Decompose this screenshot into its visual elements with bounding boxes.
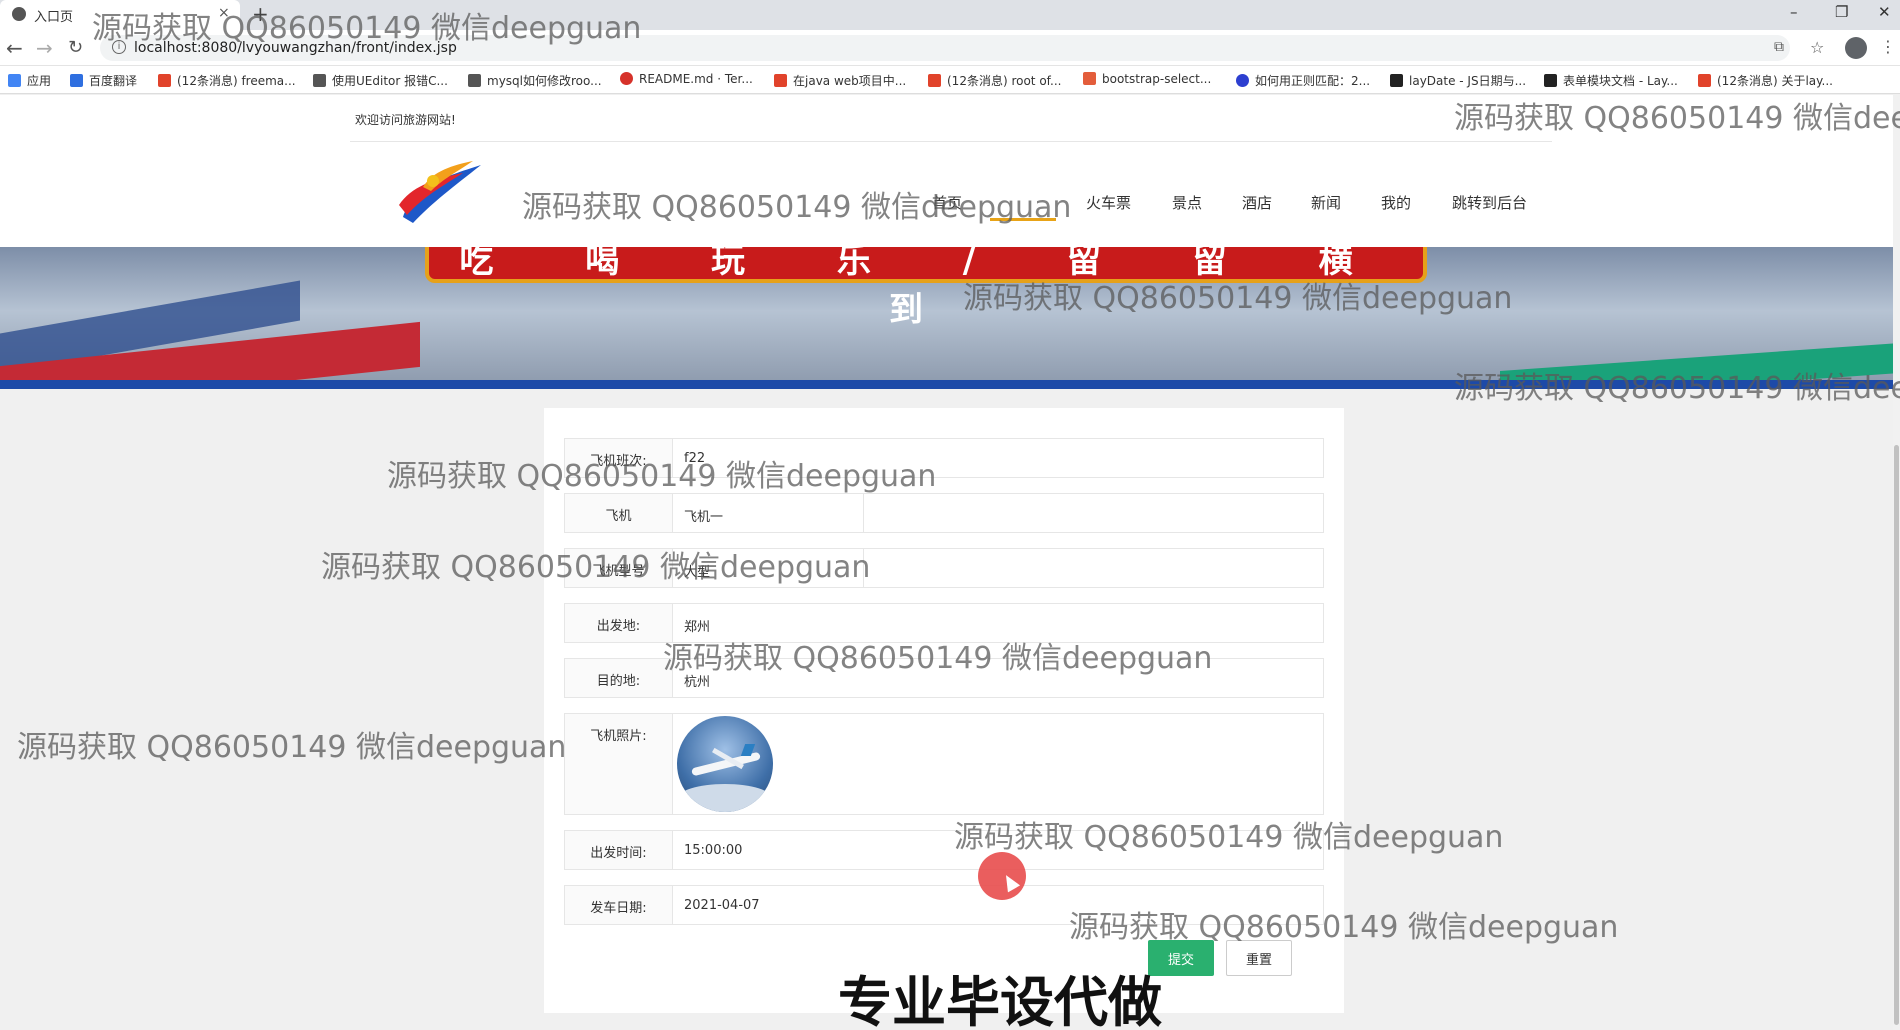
departure-date-label: 发车日期: [565,886,673,924]
bookmark-item[interactable]: 在java web项目中... [774,72,906,89]
bookmark-item[interactable]: (12条消息) freema... [158,72,296,89]
nav-hotels[interactable]: 酒店 [1242,192,1272,213]
gitee-icon [620,72,633,85]
form-row-plane-photo: 飞机照片: [564,713,1324,815]
form-row-plane: 飞机 飞机一 [564,493,1324,533]
watermark: 源码获取 QQ86050149 微信deepguan [954,820,1504,855]
plane-select[interactable]: 飞机一 [674,494,864,532]
bookmark-item[interactable]: bootstrap-select... [1083,72,1211,86]
translate-icon[interactable]: ⧉ [1774,39,1784,55]
csdn-icon [1698,74,1711,87]
apps-grid-icon [8,74,21,87]
nav-train-tickets[interactable]: 火车票 [1086,192,1131,213]
page-scrollbar[interactable] [1893,95,1900,1030]
site-icon [1083,72,1096,85]
site-logo[interactable] [393,157,485,229]
header-divider [350,141,1552,142]
plane-photo-wrap [674,714,1323,814]
bookmark-item[interactable]: 百度翻译 [70,72,137,89]
close-window-button[interactable]: ✕ [1878,3,1891,21]
watermark: 源码获取 QQ86050149 微信dee [1454,371,1900,406]
back-arrow-icon[interactable]: ← [6,36,23,60]
plane-label: 飞机 [565,494,673,532]
watermark: 源码获取 QQ86050149 微信deepguan [387,459,937,494]
bookmark-item[interactable]: (12条消息) 关于lay... [1698,72,1833,89]
baidu-paw-icon [1236,74,1249,87]
bookmark-item[interactable]: layDate - JS日期与... [1390,72,1526,89]
watermark: 源码获取 QQ86050149 微信deepguan [17,730,567,765]
watermark: 源码获取 QQ86050149 微信dee [1454,101,1900,136]
departure-label: 出发地: [565,604,673,642]
bookmark-item[interactable]: 如何用正则匹配：2... [1236,72,1370,89]
watermark: 源码获取 QQ86050149 微信deepguan [1069,910,1619,945]
bookmark-item[interactable]: README.md · Ter... [620,72,753,86]
profile-avatar-icon[interactable] [1845,37,1867,59]
welcome-text: 欢迎访问旅游网站! [355,113,456,127]
nav-admin[interactable]: 跳转到后台 [1452,192,1527,213]
watermark-big: 专业毕设代做 [838,971,1162,1030]
reload-icon[interactable]: ↻ [68,37,83,58]
layui-icon [1390,74,1403,87]
site-icon [313,74,326,87]
photo-cloud [677,784,773,812]
csdn-icon [774,74,787,87]
departure-time-label: 出发时间: [565,831,673,869]
watermark: 源码获取 QQ86050149 微信deepguan [663,641,1213,676]
plane-photo-label: 飞机照片: [565,714,673,814]
bookmarks-bar: 应用 百度翻译 (12条消息) freema... 使用UEditor 报错C.… [0,66,1900,94]
destination-label: 目的地: [565,659,673,697]
globe-icon [12,7,26,21]
watermark: 源码获取 QQ86050149 微信deepguan [321,550,871,585]
restore-button[interactable]: ❐ [1835,3,1848,21]
forward-arrow-icon[interactable]: → [36,36,53,60]
watermark: 源码获取 QQ86050149 微信deepguan [522,190,1072,225]
tab-title: 入口页 [34,10,74,25]
baidu-translate-icon [70,74,83,87]
watermark: 源码获取 QQ86050149 微信deepguan [92,11,642,46]
watermark: 源码获取 QQ86050149 微信deepguan [963,281,1513,316]
layui-icon [1544,74,1557,87]
nav-news[interactable]: 新闻 [1311,192,1341,213]
site-icon [468,74,481,87]
apps-bookmark[interactable]: 应用 [8,72,51,89]
scrollbar-thumb[interactable] [1894,445,1899,1025]
menu-dots-icon[interactable]: ⋮ [1880,37,1896,56]
star-icon[interactable]: ☆ [1810,38,1824,57]
csdn-icon [928,74,941,87]
nav-mine[interactable]: 我的 [1381,192,1411,213]
minimize-button[interactable]: – [1790,3,1798,21]
bookmark-item[interactable]: 使用UEditor 报错C... [313,72,448,89]
nav-attractions[interactable]: 景点 [1172,192,1202,213]
bookmark-item[interactable]: (12条消息) root of... [928,72,1061,89]
bookmark-item[interactable]: mysql如何修改roo... [468,72,602,89]
bookmark-item[interactable]: 表单模块文档 - Lay... [1544,72,1678,89]
plane-photo [677,716,773,812]
csdn-icon [158,74,171,87]
